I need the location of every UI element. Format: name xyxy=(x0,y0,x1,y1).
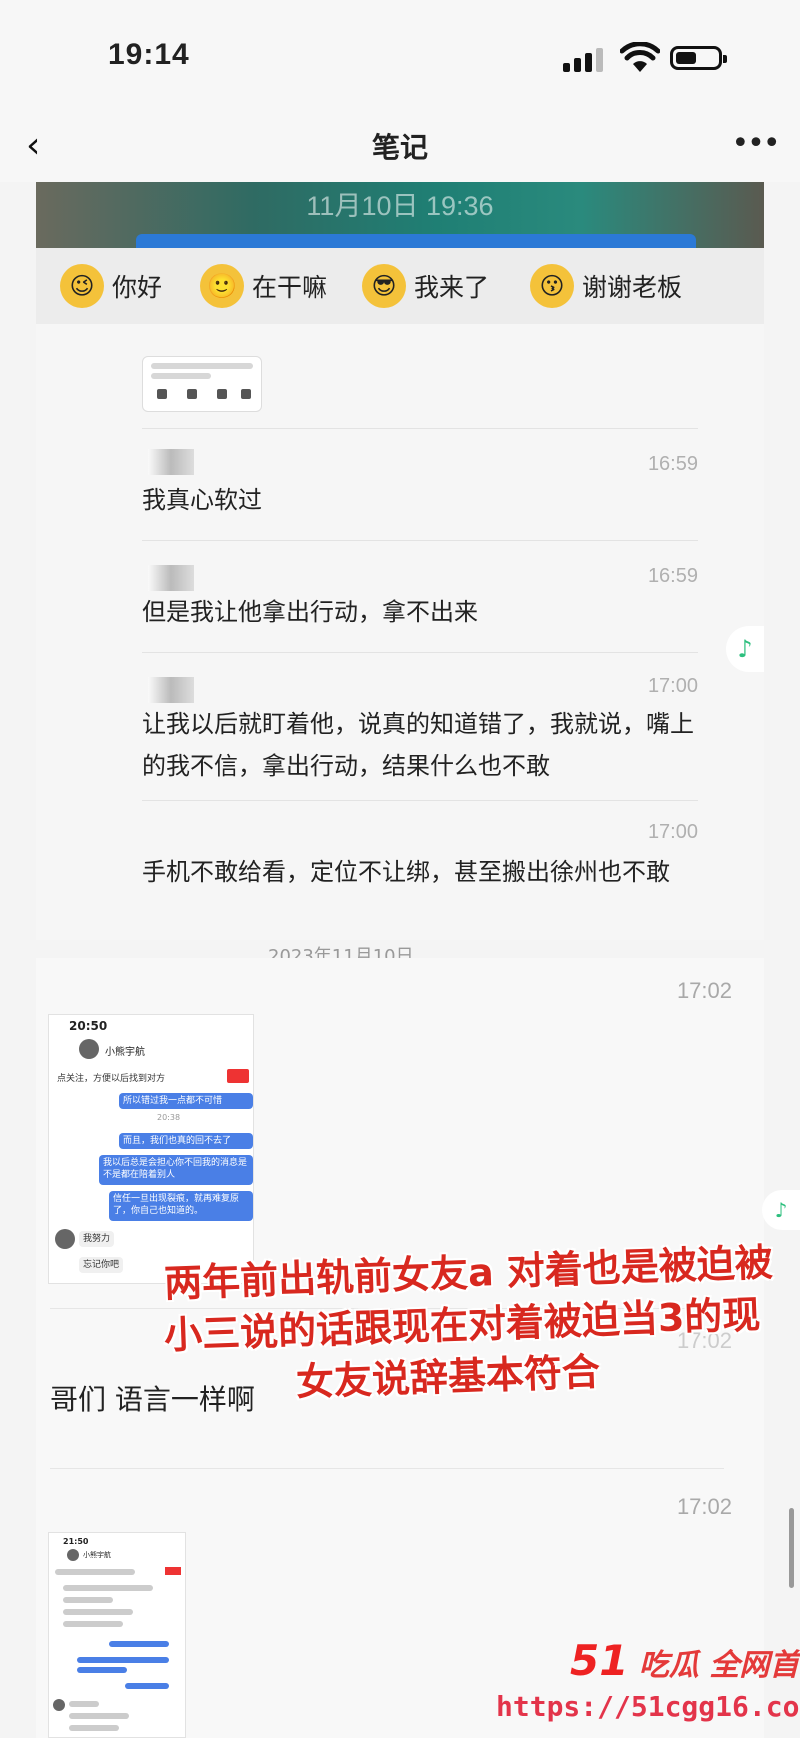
message-time: 17:00 xyxy=(647,675,698,697)
entry-divider xyxy=(50,1468,724,1469)
scrollbar[interactable] xyxy=(789,1508,794,1588)
shot-contact-name: 小熊宇航 xyxy=(105,1047,145,1058)
shot-bubble: 信任一旦出现裂痕，就再难复原了，你自己也知道的。 xyxy=(109,1191,253,1221)
note-caption: 哥们 语言一样啊 xyxy=(50,1383,255,1416)
message-time: 17:00 xyxy=(647,821,698,843)
shot-bubble: 而且，我们也真的回不去了 xyxy=(119,1133,253,1149)
avatar xyxy=(53,1699,65,1711)
shot-mid-time: 20:38 xyxy=(157,1113,181,1122)
message-text: 但是我让他拿出行动，拿不出来 xyxy=(142,598,478,626)
signal-icon xyxy=(563,46,607,72)
chat-screenshot-image[interactable]: 20:50 小熊宇航 点关注，方便以后找到对方 所以错过我一点都不可惜 20:3… xyxy=(48,1014,254,1284)
avatar xyxy=(55,1229,75,1249)
shot-bubble: 我以后总是会担心你不回我的消息是不是都在陪着别人 xyxy=(99,1155,253,1185)
quick-reply-here[interactable]: 😎 我来了 xyxy=(362,262,489,310)
blurred-avatar xyxy=(148,449,194,475)
shot-bubble-grey: 我努力 xyxy=(79,1231,115,1247)
message-time: 16:59 xyxy=(647,453,698,475)
shot-time: 21:50 xyxy=(63,1537,89,1546)
message-text: 手机不敢给看，定位不让绑，甚至搬出徐州也不敢 xyxy=(142,858,670,886)
quick-reply-bar: 😉 你好 🙂 在干嘛 😎 我来了 😗 谢谢老板 xyxy=(36,248,764,324)
quick-reply-hello[interactable]: 😉 你好 xyxy=(60,262,162,310)
page-title: 笔记 xyxy=(371,131,428,164)
more-options-button[interactable]: ••• xyxy=(730,124,780,164)
music-note-icon[interactable]: ♪ xyxy=(726,626,764,672)
quick-reply-label: 你好 xyxy=(112,273,163,302)
shot-contact-name: 小熊宇航 xyxy=(83,1551,111,1559)
blurred-avatar xyxy=(148,677,194,703)
entry-time: 17:02 xyxy=(676,978,732,1003)
message-time: 16:59 xyxy=(647,565,698,587)
message-item: 16:59 我真心软过 xyxy=(142,428,698,540)
shot-bubble: 所以错过我一点都不可惜 xyxy=(119,1093,253,1109)
blurred-avatar xyxy=(148,565,194,591)
video-timestamp: 11月10日 19:36 xyxy=(306,191,494,221)
wifi-icon xyxy=(620,42,660,72)
kiss-emoji-icon: 😗 xyxy=(530,264,574,308)
video-thumbnail: 11月10日 19:36 xyxy=(36,182,764,248)
sunglasses-emoji-icon: 😎 xyxy=(362,264,406,308)
watermark-url: https://51cgg16.com xyxy=(496,1690,800,1723)
message-item: 17:00 让我以后就盯着他，说真的知道错了，我就说，嘴上的我不信，拿出行动，结… xyxy=(142,652,698,800)
status-bar: 19:14 xyxy=(0,0,800,110)
status-time: 19:14 xyxy=(108,38,190,71)
message-text: 我真心软过 xyxy=(142,486,262,514)
message-item: 16:59 但是我让他拿出行动，拿不出来 xyxy=(142,540,698,652)
avatar xyxy=(67,1549,79,1561)
music-note-icon[interactable]: ♪ xyxy=(762,1190,800,1230)
embedded-chat-screenshot[interactable]: 11月10日 19:36 😉 你好 🙂 在干嘛 😎 我来了 😗 谢谢老板 16:… xyxy=(36,182,764,940)
message-text: 让我以后就盯着他，说真的知道错了，我就说，嘴上的我不信，拿出行动，结果什么也不敢 xyxy=(142,710,694,780)
quick-reply-label: 在干嘛 xyxy=(252,273,328,302)
message-item: 17:00 手机不敢给看，定位不让绑，甚至搬出徐州也不敢 xyxy=(142,800,698,930)
avatar xyxy=(79,1039,99,1059)
smile-emoji-icon: 🙂 xyxy=(200,264,244,308)
quick-reply-doing[interactable]: 🙂 在干嘛 xyxy=(200,262,327,310)
watermark-logo-text: 吃瓜 全网首发 xyxy=(638,1648,800,1683)
quick-reply-label: 谢谢老板 xyxy=(582,273,683,302)
watermark-logo: 51 吃瓜 全网首发 xyxy=(570,1636,800,1685)
quick-reply-label: 我来了 xyxy=(414,273,490,302)
mini-screenshot-thumbnail[interactable] xyxy=(142,356,262,412)
shot-follow-hint: 点关注，方便以后找到对方 xyxy=(57,1074,166,1084)
battery-icon xyxy=(670,46,727,70)
wink-emoji-icon: 😉 xyxy=(60,264,104,308)
entry-time: 17:02 xyxy=(676,1494,732,1519)
quick-reply-thanks[interactable]: 😗 谢谢老板 xyxy=(530,262,682,310)
nav-bar: ‹ 笔记 ••• xyxy=(0,110,800,182)
watermark-logo-number: 51 xyxy=(570,1636,629,1685)
chat-screenshot-image-2[interactable]: 21:50 小熊宇航 xyxy=(48,1532,186,1738)
shot-time: 20:50 xyxy=(69,1019,108,1033)
shot-bubble-grey: 忘记你吧 xyxy=(79,1257,124,1273)
